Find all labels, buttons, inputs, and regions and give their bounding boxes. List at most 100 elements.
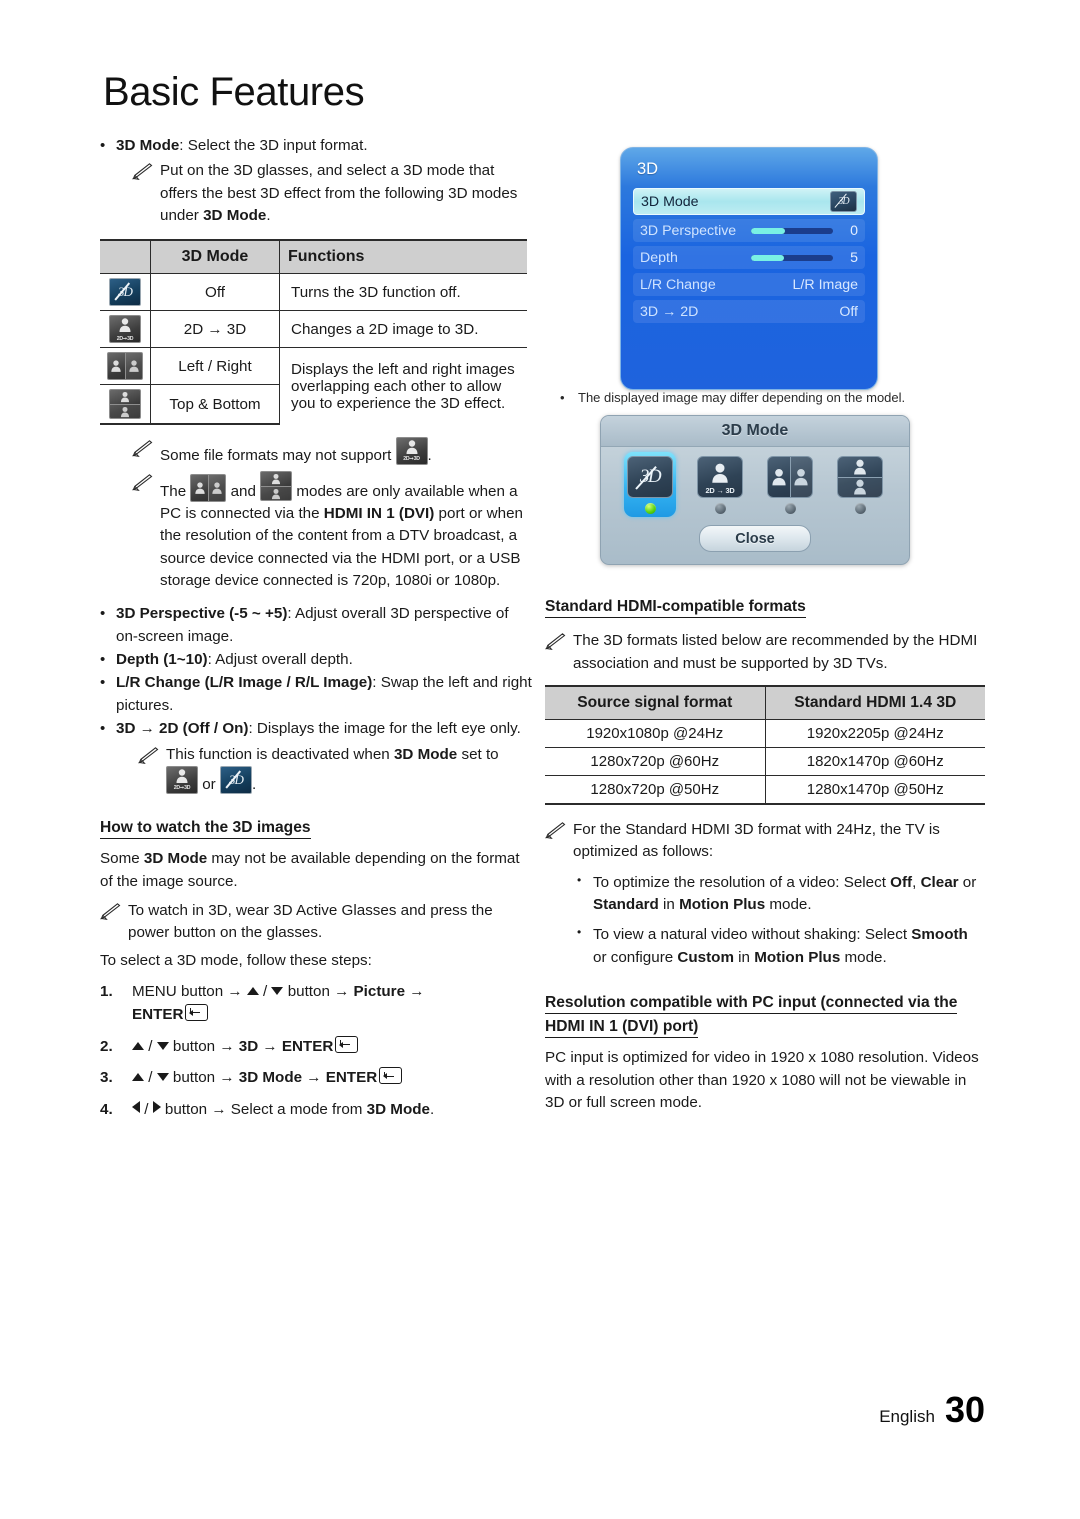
note-put-on-glasses: Put on the 3D glasses, and select a 3D m…: [132, 160, 532, 227]
seg-b1: Smooth: [911, 926, 968, 944]
note-part2: set to: [457, 745, 499, 763]
howto-paragraph-1: Some 3D Mode may not be available depend…: [100, 848, 532, 893]
step-seg4: button →: [283, 983, 354, 1001]
perspective-slider[interactable]: [751, 227, 833, 234]
step-seg2: button →: [176, 983, 247, 1001]
right-column: Standard HDMI-compatible formats The 3D …: [545, 595, 985, 1114]
note-24hz: For the Standard HDMI 3D format with 24H…: [545, 819, 985, 864]
osd-row-depth[interactable]: Depth 5: [633, 246, 865, 269]
3d-mode-dialog: 3D Mode 3D 2D → 3D Close: [600, 415, 910, 565]
step-target-label: 3D Mode: [366, 1101, 430, 1119]
note-deactivated: This function is deactivated when 3D Mod…: [138, 744, 532, 797]
note-or: or: [198, 775, 220, 793]
table-header-row: 3D Mode Functions: [100, 239, 527, 275]
seg-post: mode.: [840, 948, 887, 966]
cell-icon-off: 3D: [100, 273, 151, 312]
2d-to-3d-option[interactable]: 2D → 3D: [694, 456, 746, 514]
pencil-icon: [132, 440, 154, 458]
cell-mode-2d3d: 2D → 3D: [150, 310, 280, 349]
footer-language: English: [879, 1407, 935, 1426]
note-text: The 3D formats listed below are recommen…: [573, 632, 978, 672]
bullet-term: 3D → 2D (Off / On): [116, 720, 249, 738]
pc-body-text: PC input is optimized for video in 1920 …: [545, 1049, 979, 1111]
left-right-icon: [107, 352, 143, 381]
hdmi-heading-wrap: Standard HDMI-compatible formats: [545, 595, 985, 619]
header-3d-mode: 3D Mode: [150, 239, 280, 275]
bullet-rest: : Displays the image for the left eye on…: [248, 720, 521, 738]
depth-slider[interactable]: [751, 254, 833, 261]
3d-off-option[interactable]: 3D: [624, 452, 676, 517]
2d-to-3d-icon: 2D → 3D: [697, 456, 743, 498]
note-text: Put on the 3D glasses, and select a 3D m…: [160, 160, 532, 227]
step-target-label: 3D Mode: [238, 1069, 303, 1087]
step-target-label: 3D: [238, 1037, 259, 1055]
bullet-natural-video: • To view a natural video without shakin…: [577, 924, 985, 969]
arrow-left-icon: [132, 1101, 140, 1114]
enter-key-icon: [379, 1067, 403, 1085]
cell-mode-lr: Left / Right: [150, 347, 280, 386]
arrow-right-icon: [152, 1101, 161, 1114]
osd-value: 5: [850, 249, 858, 266]
page-footer: English 30: [879, 1389, 985, 1431]
hdmi-heading: Standard HDMI-compatible formats: [545, 598, 806, 618]
osd-title: 3D: [637, 160, 659, 178]
pc-heading-wrap: Resolution compatible with PC input (con…: [545, 991, 985, 1039]
header-source-format: Source signal format: [545, 684, 765, 720]
option-led: [644, 503, 656, 514]
bullet-rest: : Adjust overall depth.: [207, 651, 353, 669]
pc-heading: Resolution compatible with PC input (con…: [545, 993, 958, 1039]
arrow-up-icon: [132, 1073, 144, 1082]
osd-label: Depth: [640, 249, 678, 266]
left-right-icon: [190, 473, 227, 502]
howto-heading: How to watch the 3D images: [100, 819, 311, 840]
left-right-option[interactable]: [764, 456, 816, 514]
bullet-text: To optimize the resolution of a video: S…: [593, 872, 985, 917]
osd-row-3d-perspective[interactable]: 3D Perspective 0: [633, 219, 865, 242]
seg-b3: Motion Plus: [754, 948, 841, 966]
term-rest: : Select the 3D input format.: [179, 137, 368, 154]
table-3d-modes: 3D Mode Functions 3D Off Turns the 3D fu…: [100, 239, 527, 426]
table-header-row: Source signal format Standard HDMI 1.4 3…: [545, 684, 985, 720]
header-icon-spacer: [100, 239, 151, 275]
close-button[interactable]: Close: [699, 525, 811, 552]
osd-value: Off: [839, 303, 858, 320]
bullet-text: 3D Mode: Select the 3D input format.: [116, 135, 532, 157]
cell-mode-off: Off: [150, 273, 280, 312]
cell-icon-lr: [100, 347, 151, 386]
step-seg3: /: [140, 1101, 153, 1119]
table-row: Left / Right Displays the left and right…: [100, 347, 527, 425]
step-enter-label: ENTER: [132, 1005, 184, 1023]
arrow-down-icon: [271, 987, 284, 996]
caption-text: The displayed image may differ depending…: [578, 390, 906, 405]
cell-source: 1280x720p @60Hz: [545, 747, 765, 776]
settings-bullets: • 3D Perspective (-5 ~ +5): Adjust overa…: [100, 603, 532, 740]
seg-b3: Standard: [593, 895, 659, 913]
pencil-icon: [132, 163, 154, 181]
step-number: 2.: [100, 1037, 113, 1055]
step-body: MENU button → / button → Picture → ENTER: [132, 981, 532, 1027]
osd-caption: • The displayed image may differ dependi…: [560, 390, 990, 405]
bullet-term: 3D Perspective (-5 ~ +5): [116, 605, 288, 623]
note-end: .: [251, 775, 257, 793]
seg-mid3: in: [658, 895, 680, 913]
cell-fn-off: Turns the 3D function off.: [279, 273, 527, 312]
top-bottom-option[interactable]: [834, 456, 886, 514]
p1-bold: 3D Mode: [143, 850, 208, 868]
osd-row-lr-change[interactable]: L/R Change L/R Image: [633, 273, 865, 296]
step-seg3: /: [258, 983, 272, 1001]
cell-standard: 1820x1470p @60Hz: [764, 747, 985, 776]
cell-mode-tb: Top & Bottom: [150, 384, 280, 426]
step-2: 2. / button → 3D → ENTER: [100, 1035, 532, 1059]
seg-pre: To optimize the resolution of a video: S…: [593, 873, 891, 891]
dialog-options: 3D 2D → 3D: [601, 447, 909, 517]
osd-row-3d-mode[interactable]: 3D Mode 3D: [633, 188, 865, 215]
cell-icon-2d3d: 2D➞3D: [100, 310, 151, 349]
step-seg3: /: [144, 1069, 157, 1087]
bullet-dot: •: [577, 925, 582, 940]
cell-source: 1280x720p @50Hz: [545, 775, 765, 805]
osd-row-3d-to-2d[interactable]: 3D → 2D Off: [633, 300, 865, 323]
enter-key-icon: [335, 1035, 359, 1053]
step-enter-label: ENTER: [281, 1037, 334, 1055]
osd-label: L/R Change: [640, 276, 716, 293]
note-text: Some file formats may not support 2D➞3D.: [160, 437, 532, 467]
